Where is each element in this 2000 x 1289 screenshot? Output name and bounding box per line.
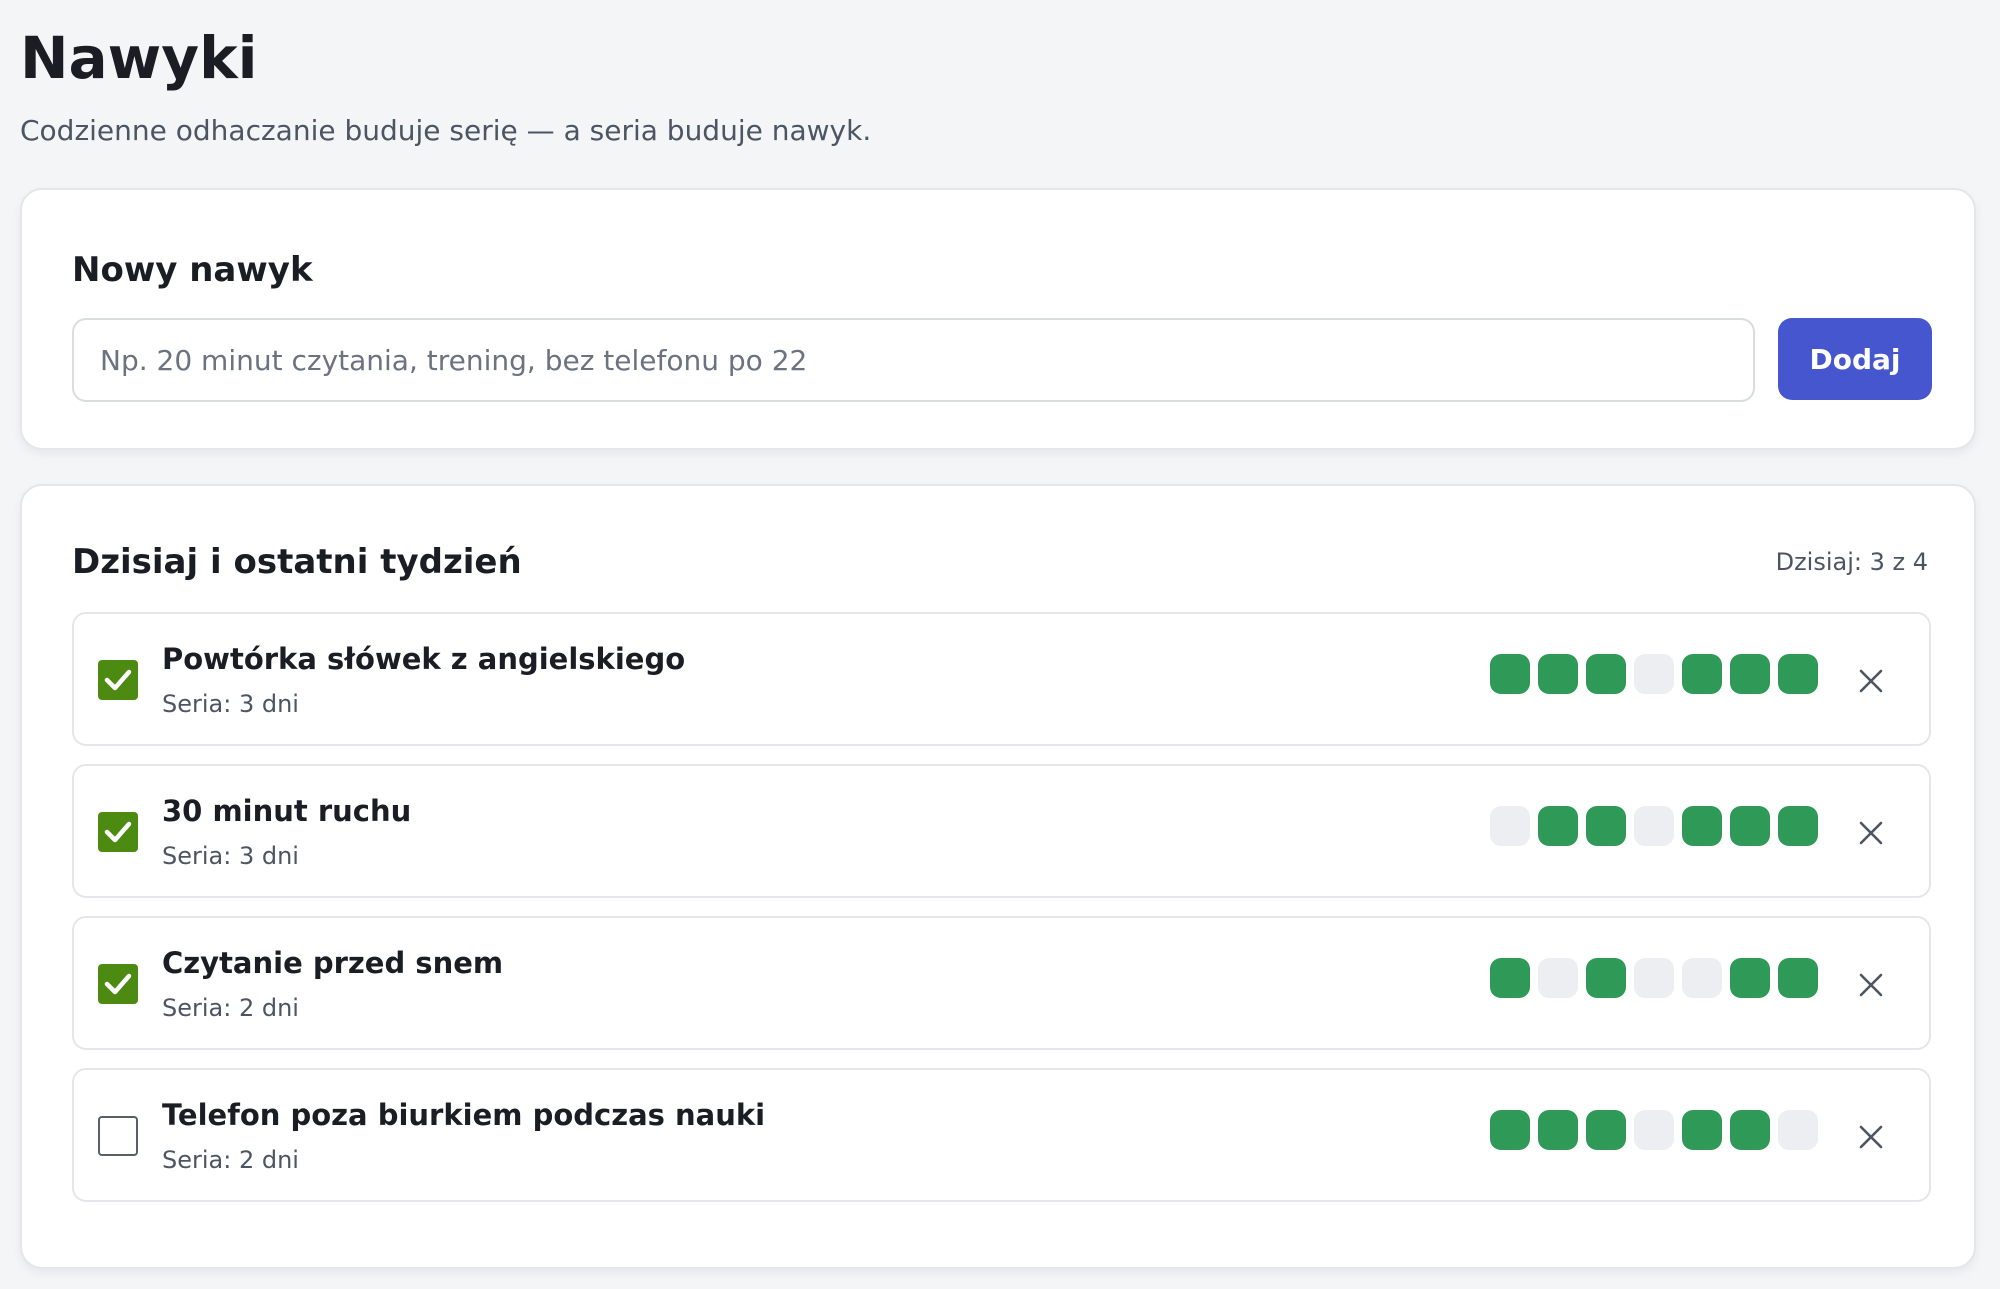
day-done-dot <box>1586 654 1626 694</box>
day-done-dot <box>1682 806 1722 846</box>
day-done-dot <box>1778 958 1818 998</box>
close-icon[interactable] <box>1856 970 1886 1000</box>
day-done-dot <box>1730 1110 1770 1150</box>
new-habit-card: Nowy nawyk Dodaj <box>20 188 1976 450</box>
week-history <box>1490 806 1818 846</box>
day-missed-dot <box>1538 958 1578 998</box>
habits-card: Dzisiaj i ostatni tydzień Dzisiaj: 3 z 4… <box>20 484 1976 1269</box>
habit-checkbox[interactable] <box>98 812 138 852</box>
habit-row: Powtórka słówek z angielskiego Seria: 3 … <box>72 612 1931 746</box>
habit-name: Telefon poza biurkiem podczas nauki <box>162 1098 766 1132</box>
day-missed-dot <box>1634 806 1674 846</box>
day-done-dot <box>1682 654 1722 694</box>
habit-streak: Seria: 3 dni <box>162 842 299 870</box>
habit-list: Powtórka słówek z angielskiego Seria: 3 … <box>72 612 1931 1220</box>
habit-checkbox[interactable] <box>98 1116 138 1156</box>
checkmark-icon <box>104 669 132 691</box>
habit-checkbox[interactable] <box>98 964 138 1004</box>
habit-name: 30 minut ruchu <box>162 794 412 828</box>
habit-name: Czytanie przed snem <box>162 946 504 980</box>
habit-row: Telefon poza biurkiem podczas nauki Seri… <box>72 1068 1931 1202</box>
habit-streak: Seria: 2 dni <box>162 1146 299 1174</box>
day-done-dot <box>1538 654 1578 694</box>
day-done-dot <box>1730 806 1770 846</box>
page-subtitle: Codzienne odhaczanie buduje serię — a se… <box>20 114 872 147</box>
day-done-dot <box>1490 958 1530 998</box>
day-done-dot <box>1490 654 1530 694</box>
page: Nawyki Codzienne odhaczanie buduje serię… <box>0 0 2000 147</box>
day-done-dot <box>1778 806 1818 846</box>
page-title: Nawyki <box>20 24 258 92</box>
habit-name: Powtórka słówek z angielskiego <box>162 642 686 676</box>
day-done-dot <box>1586 806 1626 846</box>
day-done-dot <box>1682 1110 1722 1150</box>
habit-row: Czytanie przed snem Seria: 2 dni <box>72 916 1931 1050</box>
week-history <box>1490 1110 1818 1150</box>
day-done-dot <box>1538 806 1578 846</box>
day-missed-dot <box>1634 958 1674 998</box>
day-done-dot <box>1586 958 1626 998</box>
day-missed-dot <box>1682 958 1722 998</box>
day-done-dot <box>1490 1110 1530 1150</box>
habits-heading: Dzisiaj i ostatni tydzień <box>72 542 522 582</box>
habit-checkbox[interactable] <box>98 660 138 700</box>
day-done-dot <box>1538 1110 1578 1150</box>
habit-streak: Seria: 3 dni <box>162 690 299 718</box>
day-missed-dot <box>1634 1110 1674 1150</box>
day-done-dot <box>1586 1110 1626 1150</box>
day-missed-dot <box>1778 1110 1818 1150</box>
day-done-dot <box>1730 654 1770 694</box>
day-done-dot <box>1778 654 1818 694</box>
week-history <box>1490 958 1818 998</box>
new-habit-input[interactable] <box>72 318 1755 402</box>
add-habit-button[interactable]: Dodaj <box>1778 318 1932 400</box>
close-icon[interactable] <box>1856 818 1886 848</box>
close-icon[interactable] <box>1856 666 1886 696</box>
day-missed-dot <box>1634 654 1674 694</box>
today-count: Dzisiaj: 3 z 4 <box>1775 548 1928 576</box>
new-habit-heading: Nowy nawyk <box>72 250 313 290</box>
week-history <box>1490 654 1818 694</box>
day-done-dot <box>1730 958 1770 998</box>
habit-row: 30 minut ruchu Seria: 3 dni <box>72 764 1931 898</box>
checkmark-icon <box>104 821 132 843</box>
checkmark-icon <box>104 973 132 995</box>
day-missed-dot <box>1490 806 1530 846</box>
habit-streak: Seria: 2 dni <box>162 994 299 1022</box>
close-icon[interactable] <box>1856 1122 1886 1152</box>
